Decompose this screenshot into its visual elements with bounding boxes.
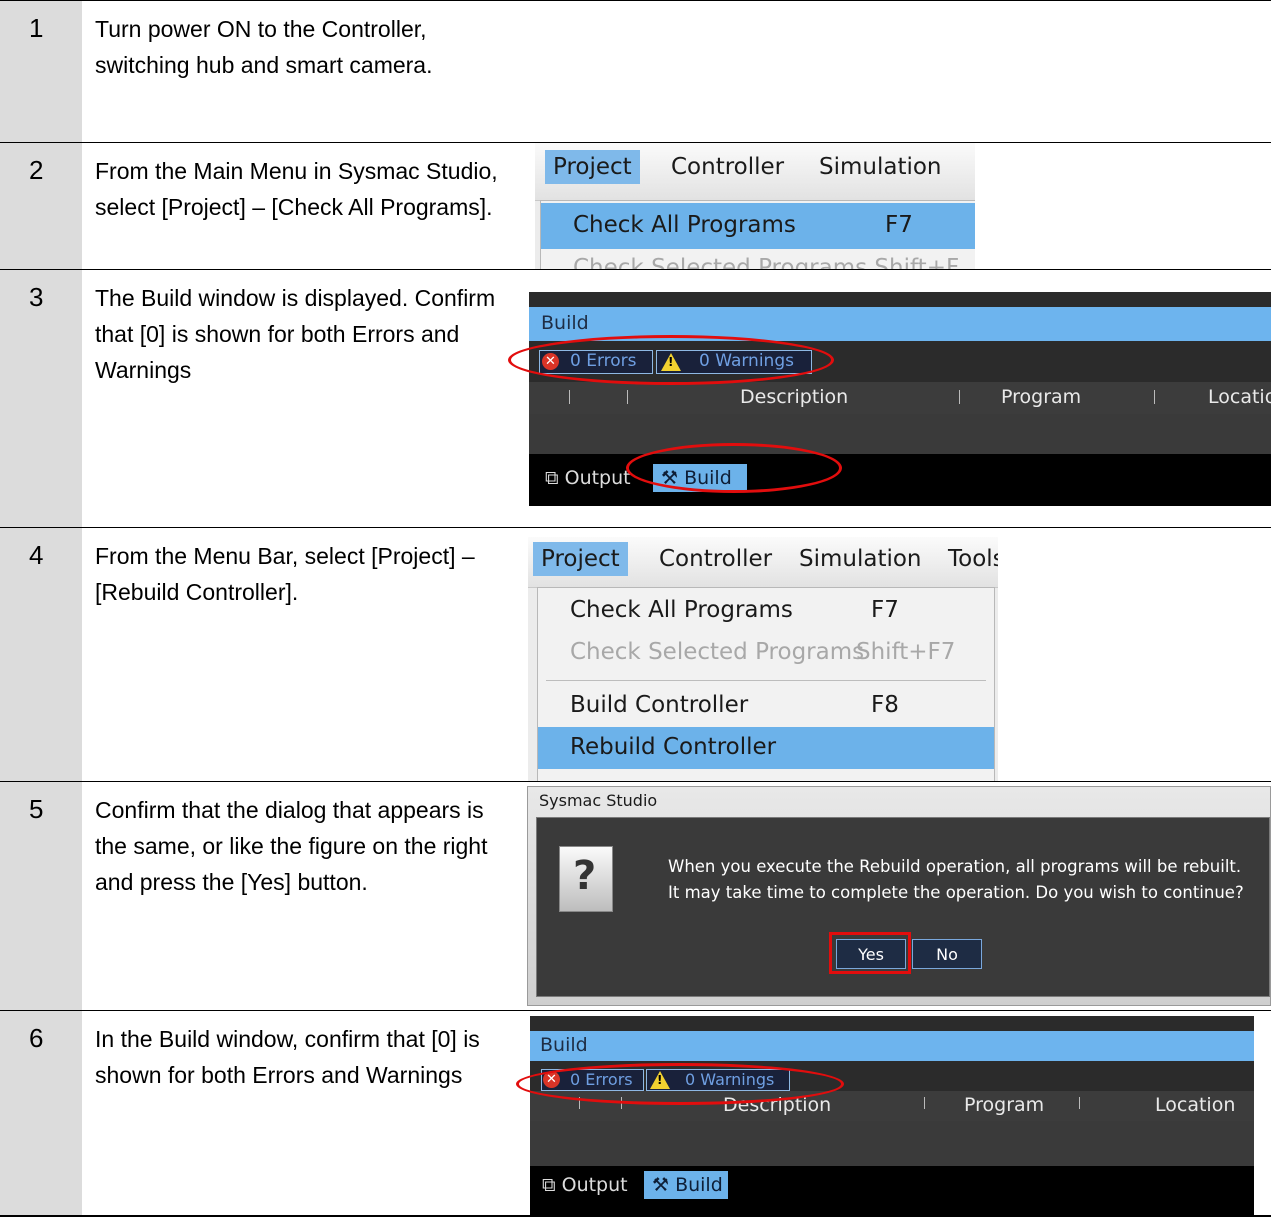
menu-project[interactable]: Project (533, 542, 628, 576)
menu-simulation[interactable]: Simulation (791, 542, 930, 576)
step-row-4: 4 From the Menu Bar, select [Project] – … (0, 527, 1271, 781)
step-number-cell: 5 (0, 782, 82, 1010)
step-text: Confirm that the dialog that appears is … (95, 797, 488, 895)
step-number-cell: 4 (0, 528, 82, 781)
step-text: Turn power ON to the Controller, switchi… (95, 16, 433, 78)
annotation-ellipse-build-tab (626, 443, 842, 493)
no-button[interactable]: No (912, 939, 982, 969)
step-number: 2 (29, 155, 44, 185)
build-results-area (530, 1121, 1254, 1166)
dialog-title: Sysmac Studio (539, 791, 658, 810)
menu-item-shortcut: F7 (871, 597, 899, 623)
dialog-message: When you execute the Rebuild operation, … (668, 854, 1244, 906)
output-icon: ⧉ (542, 1174, 562, 1196)
step-number-cell: 6 (0, 1011, 82, 1217)
menu-tools[interactable]: Tools (940, 542, 998, 576)
menu-item-check-all[interactable]: Check All Programs F7 (538, 590, 994, 632)
build-results-area (529, 414, 1271, 454)
tab-output-label: Output (564, 467, 631, 489)
step-text: In the Build window, confirm that [0] is… (95, 1026, 480, 1088)
menu-separator (546, 680, 986, 681)
annotation-ellipse-errors (516, 1063, 844, 1105)
hammer-icon: ⚒ (652, 1174, 676, 1196)
menu-item-label: Build Controller (570, 692, 749, 718)
dialog-body: ? When you execute the Rebuild operation… (536, 817, 1270, 997)
step-number: 6 (29, 1023, 44, 1053)
menu-item-rebuild-controller[interactable]: Rebuild Controller (538, 727, 994, 769)
rebuild-confirm-dialog: Sysmac Studio ? When you execute the Reb… (527, 786, 1271, 1006)
menu-item-check-selected[interactable]: Check Selected Programs Shift+F7 (538, 632, 994, 674)
step-number: 3 (29, 282, 44, 312)
step-row-5: 5 Confirm that the dialog that appears i… (0, 781, 1271, 1010)
project-dropdown: Check All Programs F7 Check Selected Pro… (540, 200, 975, 269)
build-title: Build (541, 312, 589, 334)
menu-item-shortcut: F8 (871, 692, 899, 718)
step-number: 4 (29, 540, 44, 570)
annotation-ellipse-errors (508, 335, 834, 385)
menu-bar: Project Controller Simulation (535, 143, 975, 201)
dialog-message-line: It may take time to complete the operati… (668, 883, 1244, 902)
step-number-cell: 1 (0, 1, 82, 142)
build-window: Build ✕ 0 Errors ! 0 Warnings Descriptio… (530, 1016, 1254, 1217)
menu-item-label: Rebuild Controller (570, 734, 777, 760)
menu-controller[interactable]: Controller (651, 542, 780, 576)
project-dropdown: Check All Programs F7 Check Selected Pro… (537, 587, 995, 781)
tab-build-label: Build (675, 1174, 723, 1196)
menu-item-check-all[interactable]: Check All Programs F7 (541, 203, 975, 249)
step-text: From the Menu Bar, select [Project] – [R… (95, 543, 475, 605)
column-description[interactable]: Description (740, 386, 848, 408)
menu-simulation[interactable]: Simulation (811, 150, 950, 184)
column-location[interactable]: Locatio (1208, 386, 1271, 408)
question-icon: ? (559, 846, 613, 912)
column-program[interactable]: Program (964, 1094, 1044, 1116)
menu-item-check-selected[interactable]: Check Selected Programs Shift+F (541, 251, 975, 269)
menu-item-label: Check All Programs (573, 212, 796, 238)
step-number: 5 (29, 794, 44, 824)
step-row-6: 6 In the Build window, confirm that [0] … (0, 1010, 1271, 1217)
menu-project[interactable]: Project (545, 150, 640, 184)
menu-item-label: Check Selected Programs Shift+F (573, 255, 960, 269)
step-row-2: 2 From the Main Menu in Sysmac Studio, s… (0, 142, 1271, 269)
tab-output-label: Output (561, 1174, 628, 1196)
column-program[interactable]: Program (1001, 386, 1081, 408)
menu-item-label: Check All Programs (570, 597, 793, 623)
dialog-message-line: When you execute the Rebuild operation, … (668, 857, 1242, 876)
menu-screenshot-check: Project Controller Simulation Check All … (535, 143, 975, 269)
output-icon: ⧉ (545, 467, 565, 489)
column-headers: Description Program Locatio (529, 382, 1271, 414)
step-number: 1 (29, 13, 44, 43)
step-row-3: 3 The Build window is displayed. Confirm… (0, 269, 1271, 527)
column-location[interactable]: Location (1155, 1094, 1235, 1116)
menu-bar: Project Controller Simulation Tools (528, 537, 998, 588)
step-row-1: 1 Turn power ON to the Controller, switc… (0, 0, 1271, 142)
menu-screenshot-rebuild: Project Controller Simulation Tools Chec… (528, 537, 998, 781)
step-text: From the Main Menu in Sysmac Studio, sel… (95, 158, 498, 220)
annotation-rect-yes (829, 932, 911, 974)
menu-item-label: Check Selected Programs (570, 639, 865, 665)
menu-item-shortcut: F7 (885, 212, 913, 238)
step-number-cell: 2 (0, 143, 82, 269)
menu-controller[interactable]: Controller (663, 150, 792, 184)
bottom-tab-bar: ⧉ Output ⚒ Build (530, 1166, 1254, 1217)
menu-item-shortcut: Shift+F7 (856, 639, 956, 665)
step-text: The Build window is displayed. Confirm t… (95, 285, 496, 383)
build-title: Build (540, 1034, 588, 1056)
step-number-cell: 3 (0, 270, 82, 527)
tab-output[interactable]: ⧉ Output (541, 465, 635, 491)
build-title-bar: Build (530, 1031, 1254, 1061)
tab-build[interactable]: ⚒ Build (644, 1171, 728, 1199)
tab-output[interactable]: ⧉ Output (538, 1172, 632, 1198)
menu-item-build-controller[interactable]: Build Controller F8 (538, 685, 994, 727)
